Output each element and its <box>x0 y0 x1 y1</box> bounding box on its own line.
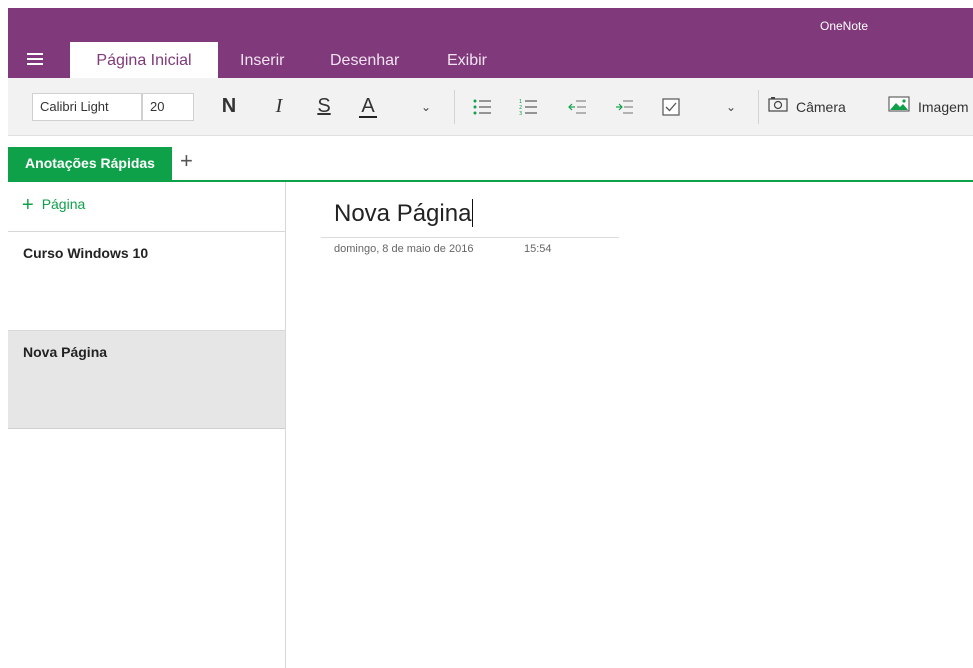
hamburger-menu-icon[interactable] <box>27 53 43 65</box>
app-title: OneNote <box>820 19 869 33</box>
tab-pagina-inicial[interactable]: Página Inicial <box>70 42 218 78</box>
italic-button[interactable]: I <box>266 78 292 135</box>
text-cursor <box>472 199 474 227</box>
camera-label: Câmera <box>796 98 846 115</box>
pages-pane: + Página Curso Windows 10 Nova Página <box>8 182 286 668</box>
page-list-item-selected[interactable]: Nova Página <box>8 330 285 429</box>
add-page-label: Página <box>41 196 86 212</box>
camera-button[interactable]: Câmera <box>768 78 868 135</box>
title-underline <box>321 237 619 238</box>
image-button[interactable]: Imagem <box>888 78 973 135</box>
section-tab-anotacoes-rapidas[interactable]: Anotações Rápidas <box>8 147 172 180</box>
title-bar: OneNote Página Inicial Inserir Desenhar … <box>8 8 973 78</box>
camera-icon <box>768 96 788 117</box>
page-title-text: Nova Página <box>334 200 472 227</box>
bold-button[interactable]: N <box>216 78 242 135</box>
ribbon-separator <box>758 90 759 124</box>
page-title-input[interactable]: Nova Página <box>334 199 474 228</box>
font-color-label: A <box>359 94 377 118</box>
ribbon-separator <box>454 90 455 124</box>
increase-indent-icon[interactable] <box>612 78 636 135</box>
tab-inserir[interactable]: Inserir <box>240 44 284 78</box>
tags-chevron-icon[interactable]: ⌄ <box>720 78 742 135</box>
page-list-item[interactable]: Curso Windows 10 <box>8 231 285 330</box>
ribbon-toolbar: Calibri Light 20 N I S A ⌄ 123 ⌄ Câmera … <box>8 78 973 136</box>
bullet-list-icon[interactable] <box>470 78 494 135</box>
svg-text:3: 3 <box>519 111 522 115</box>
font-size-select[interactable]: 20 <box>142 93 194 121</box>
tab-exibir[interactable]: Exibir <box>447 44 487 78</box>
plus-icon: + <box>22 194 34 216</box>
more-format-chevron-icon[interactable]: ⌄ <box>415 78 437 135</box>
numbered-list-icon[interactable]: 123 <box>516 78 540 135</box>
tab-desenhar[interactable]: Desenhar <box>330 44 399 78</box>
underline-button[interactable]: S <box>311 78 337 135</box>
page-list-item-label: Nova Página <box>23 344 108 360</box>
image-label: Imagem <box>918 98 969 115</box>
page-list-item-label: Curso Windows 10 <box>23 245 149 261</box>
font-family-select[interactable]: Calibri Light <box>32 93 142 121</box>
image-icon <box>888 96 910 117</box>
page-date: domingo, 8 de maio de 2016 <box>334 243 474 255</box>
font-color-button[interactable]: A <box>351 78 385 135</box>
todo-checkbox-icon[interactable] <box>659 78 683 135</box>
decrease-indent-icon[interactable] <box>565 78 589 135</box>
add-page-button[interactable]: + Página <box>22 194 85 217</box>
page-time: 15:54 <box>524 243 552 255</box>
add-section-button[interactable]: + <box>180 146 193 176</box>
